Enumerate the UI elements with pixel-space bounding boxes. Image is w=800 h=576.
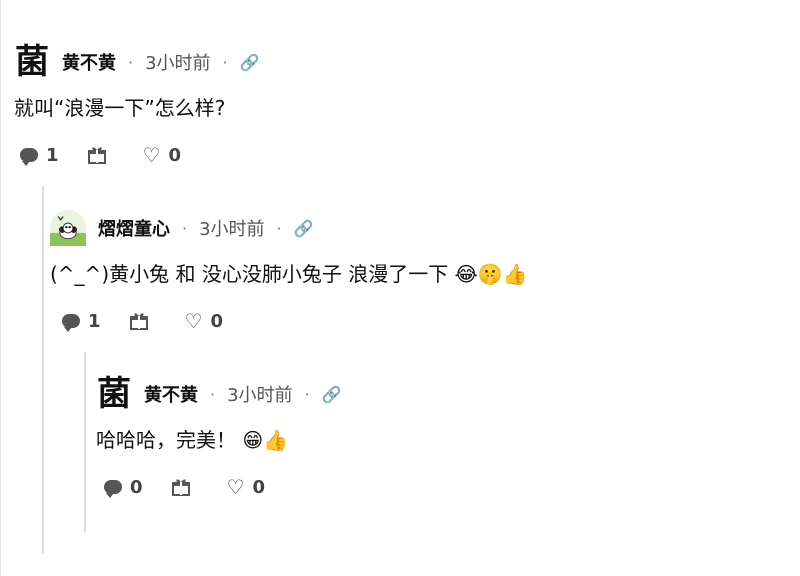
comment-header: 菌 黄不黄 · 3小时前 · 🔗: [14, 40, 774, 84]
link-icon[interactable]: 🔗: [240, 53, 260, 72]
comment-actions: 1 ♡ 0: [62, 308, 770, 334]
thread-line-level-1: [42, 186, 44, 554]
comment-body: (^_^)黄小兔 和 没心没肺小兔子 浪漫了一下 😂🤫👍: [50, 262, 528, 286]
meta-separator: ·: [128, 52, 134, 72]
comment: 菌 黄不黄 · 3小时前 · 🔗 就叫“浪漫一下”怎么样? 1 ♡ 0: [14, 40, 774, 168]
avatar-logo: 菌: [15, 42, 49, 82]
comment-bubble-icon: [20, 148, 38, 166]
meta-separator: ·: [276, 218, 282, 238]
comment-actions: 0 ♡ 0: [104, 474, 776, 500]
like-count: 0: [252, 476, 265, 498]
meta-separator: ·: [182, 218, 188, 238]
author-name[interactable]: 熠熠童心: [98, 215, 170, 241]
like-count: 0: [210, 310, 223, 332]
comment-header: 菌 黄不黄 · 3小时前 · 🔗: [96, 372, 776, 416]
meta-separator: ·: [210, 384, 216, 404]
reply-button[interactable]: 1: [62, 311, 101, 332]
comment-body: 哈哈哈，完美！ 😁👍: [96, 428, 289, 452]
like-count: 0: [168, 144, 181, 166]
like-button[interactable]: ♡ 0: [227, 475, 265, 499]
gift-button[interactable]: [87, 146, 115, 164]
timestamp[interactable]: 3小时前: [145, 49, 210, 75]
avatar[interactable]: [50, 210, 86, 246]
heart-icon: ♡: [142, 143, 161, 167]
reply-button[interactable]: 1: [20, 145, 59, 166]
comment-body: 就叫“浪漫一下”怎么样?: [14, 96, 226, 120]
timestamp[interactable]: 3小时前: [227, 381, 292, 407]
link-icon[interactable]: 🔗: [294, 219, 314, 238]
timestamp[interactable]: 3小时前: [199, 215, 264, 241]
meta-separator: ·: [304, 384, 310, 404]
panda-avatar-image: [50, 210, 86, 246]
gift-button[interactable]: [171, 478, 199, 496]
gift-icon: [129, 313, 148, 330]
gift-icon: [171, 479, 190, 496]
reply-button[interactable]: 0: [104, 477, 143, 498]
comment-bubble-icon: [104, 480, 122, 498]
author-name[interactable]: 黄不黄: [144, 381, 198, 407]
link-icon[interactable]: 🔗: [322, 385, 342, 404]
like-button[interactable]: ♡ 0: [185, 309, 223, 333]
frame-border: [0, 0, 1, 576]
comment-header: 熠熠童心 · 3小时前 · 🔗: [50, 206, 770, 250]
author-name[interactable]: 黄不黄: [62, 49, 116, 75]
avatar-logo: 菌: [97, 374, 131, 414]
meta-separator: ·: [222, 52, 228, 72]
reply-count: 1: [88, 310, 101, 332]
reply-count: 0: [130, 476, 143, 498]
avatar[interactable]: 菌: [14, 44, 50, 80]
heart-icon: ♡: [184, 309, 203, 333]
avatar[interactable]: 菌: [96, 376, 132, 412]
heart-icon: ♡: [226, 475, 245, 499]
comment-bubble-icon: [62, 314, 80, 332]
comment-reply: 菌 黄不黄 · 3小时前 · 🔗 哈哈哈，完美！ 😁👍 0 ♡ 0: [96, 372, 776, 500]
comment-reply: 熠熠童心 · 3小时前 · 🔗 (^_^)黄小兔 和 没心没肺小兔子 浪漫了一下…: [50, 206, 770, 334]
reply-count: 1: [46, 144, 59, 166]
gift-icon: [87, 147, 106, 164]
comment-actions: 1 ♡ 0: [20, 142, 774, 168]
thread-line-level-2: [84, 352, 86, 532]
gift-button[interactable]: [129, 312, 157, 330]
like-button[interactable]: ♡ 0: [143, 143, 181, 167]
